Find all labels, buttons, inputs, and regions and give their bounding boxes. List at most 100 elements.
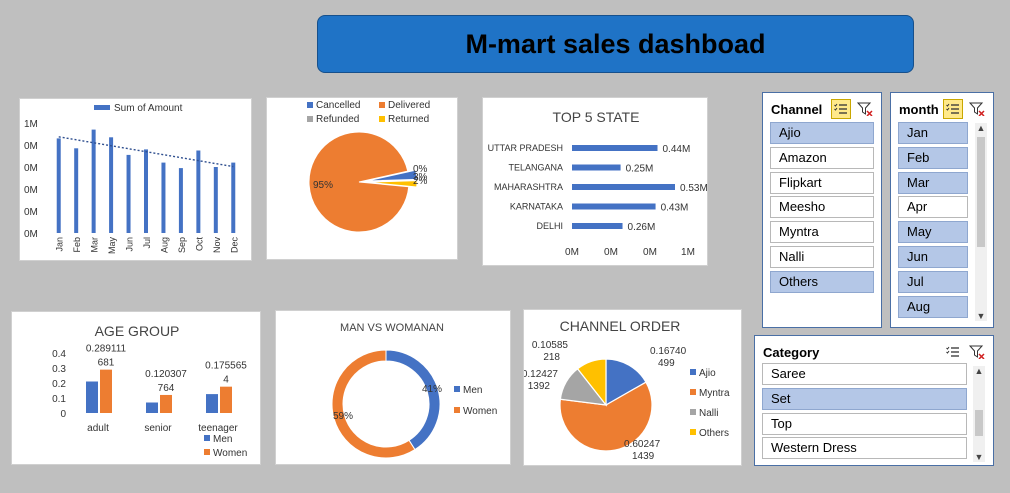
data-label: 0.44M (663, 144, 691, 155)
top5-state-svg: TOP 5 STATE UTTAR PRADESH 0.44M TELANGANA 0.… (488, 109, 708, 258)
y-tick-label: 0.4 (52, 349, 66, 360)
y-tick-label: 0.2 (52, 379, 66, 390)
legend-swatch (379, 102, 385, 108)
legend-swatch (379, 116, 385, 122)
bar (160, 394, 172, 413)
legend-swatch (454, 386, 460, 392)
slicer-item-nalli[interactable]: Nalli (770, 246, 874, 268)
month-slicer-title: month (899, 101, 939, 117)
category-slicer: Category Saree Set Top Western Dress ▲ ▼ (754, 335, 994, 466)
y-tick-label: 0M (24, 185, 38, 196)
scroll-thumb[interactable] (977, 137, 985, 247)
chart-title: CHANNEL ORDER (560, 318, 681, 334)
legend-label: Women (213, 448, 247, 459)
x-tick-label: Nov (212, 237, 222, 254)
slicer-item-others[interactable]: Others (770, 270, 874, 293)
data-label: 4 (223, 375, 229, 386)
age-group-chart: AGE GROUP 0.4 0.3 0.2 0.1 0 adult 0.289111 681 se… (11, 311, 261, 465)
donut-slice (385, 349, 441, 451)
category-slicer-header: Category (755, 336, 993, 366)
clear-filter-icon[interactable] (855, 99, 875, 119)
category-slicer-title: Category (763, 344, 820, 360)
channel-order-chart: CHANNEL ORDER 0.16740 499 0.60247 1439 0.1242… (522, 309, 742, 466)
channel-slicer-header: Channel (763, 93, 881, 123)
order-status-chart: Cancelled Delivered Refunded Returned 3% 95% 0… (266, 97, 458, 260)
data-label: 0.53M (680, 183, 708, 194)
chevron-up-icon[interactable]: ▲ (973, 366, 985, 376)
dashboard-title-banner: M-mart sales dashboad (317, 15, 914, 73)
scroll-thumb[interactable] (975, 410, 983, 436)
slicer-item-jan[interactable]: Jan (898, 122, 968, 144)
legend-swatch (307, 116, 313, 122)
data-label: 0% (413, 164, 428, 175)
slicer-item-apr[interactable]: Apr (898, 196, 968, 219)
gender-donut-chart: MAN VS WOMANAN 41% 59% Men Women (275, 310, 511, 465)
x-tick-label: adult (87, 423, 109, 434)
chevron-up-icon[interactable]: ▲ (975, 123, 987, 133)
slicer-item-myntra[interactable]: Myntra (770, 221, 874, 244)
slicer-item-feb[interactable]: Feb (898, 146, 968, 169)
data-label: 1439 (632, 451, 655, 462)
month-slicer-scrollbar[interactable]: ▲ ▼ (975, 123, 987, 321)
category-label: MAHARASHTRA (494, 182, 563, 192)
slicer-item-jul[interactable]: Jul (898, 270, 968, 293)
bar (74, 148, 79, 233)
slicer-item-may[interactable]: May (898, 221, 968, 244)
bar (144, 149, 148, 233)
data-label: 0.26M (628, 222, 656, 233)
dashboard-title: M-mart sales dashboad (465, 28, 766, 59)
bar (572, 223, 623, 229)
bar (126, 154, 131, 233)
multi-select-icon[interactable] (943, 342, 963, 362)
x-tick-label: Jan (55, 237, 65, 252)
channel-slicer-title: Channel (771, 101, 823, 117)
slicer-item-set[interactable]: Set (762, 387, 967, 410)
clear-filter-icon[interactable] (967, 99, 987, 119)
slicer-item-western-dress[interactable]: Western Dress (762, 437, 967, 460)
clear-filter-icon[interactable] (967, 342, 987, 362)
data-label: 59% (333, 411, 353, 422)
bar (572, 164, 621, 171)
order-status-svg: Cancelled DeliveredRefunded Returned3%95%0… (307, 100, 430, 233)
legend-label: Others (699, 428, 729, 439)
slicer-item-aug[interactable]: Aug (898, 295, 968, 318)
chevron-down-icon[interactable]: ▼ (975, 311, 987, 321)
slicer-item-saree[interactable]: Saree (762, 363, 967, 385)
slicer-item-flipkart[interactable]: Flipkart (770, 171, 874, 194)
slicer-item-meesho[interactable]: Meesho (770, 196, 874, 219)
multi-select-icon[interactable] (831, 99, 851, 119)
data-label: 0.25M (626, 164, 654, 175)
category-label: KARNATAKA (510, 202, 563, 212)
category-label: DELHI (536, 221, 563, 231)
category-slicer-scrollbar[interactable]: ▲ ▼ (973, 366, 985, 462)
slicer-item-mar[interactable]: Mar (898, 171, 968, 194)
legend-swatch (690, 369, 696, 375)
x-tick-label: May (107, 237, 117, 255)
x-tick-label: Feb (72, 237, 82, 253)
y-tick-label: 0.3 (52, 364, 66, 375)
x-tick-label: 0M (604, 247, 618, 258)
bar (220, 386, 232, 413)
bar (178, 168, 183, 233)
bar (146, 402, 158, 413)
data-label: 0.175565 (205, 361, 247, 372)
x-tick-label: Jul (142, 237, 152, 249)
slicer-item-jun[interactable]: Jun (898, 246, 968, 268)
data-label: 0.10585 (532, 340, 569, 351)
legend-label: Delivered (388, 100, 430, 111)
category-label: UTTAR PRADESH (488, 143, 563, 153)
slicer-item-top[interactable]: Top (762, 412, 967, 435)
month-slicer: month Jan Feb Mar Apr May Jun Jul Aug ▲ ▼ (890, 92, 994, 328)
slicer-item-amazon[interactable]: Amazon (770, 146, 874, 169)
x-tick-label: Jun (125, 237, 135, 252)
legend-label: Returned (388, 114, 429, 125)
multi-select-icon[interactable] (943, 99, 963, 119)
data-label: 0.289111 (86, 344, 127, 355)
legend-swatch (204, 449, 210, 455)
chevron-down-icon[interactable]: ▼ (973, 452, 985, 462)
bar (86, 381, 98, 413)
x-tick-label: teenager (198, 423, 238, 434)
data-label: 0.12427 (524, 369, 558, 380)
slicer-item-ajio[interactable]: Ajio (770, 122, 874, 144)
data-label: 1392 (528, 381, 551, 392)
